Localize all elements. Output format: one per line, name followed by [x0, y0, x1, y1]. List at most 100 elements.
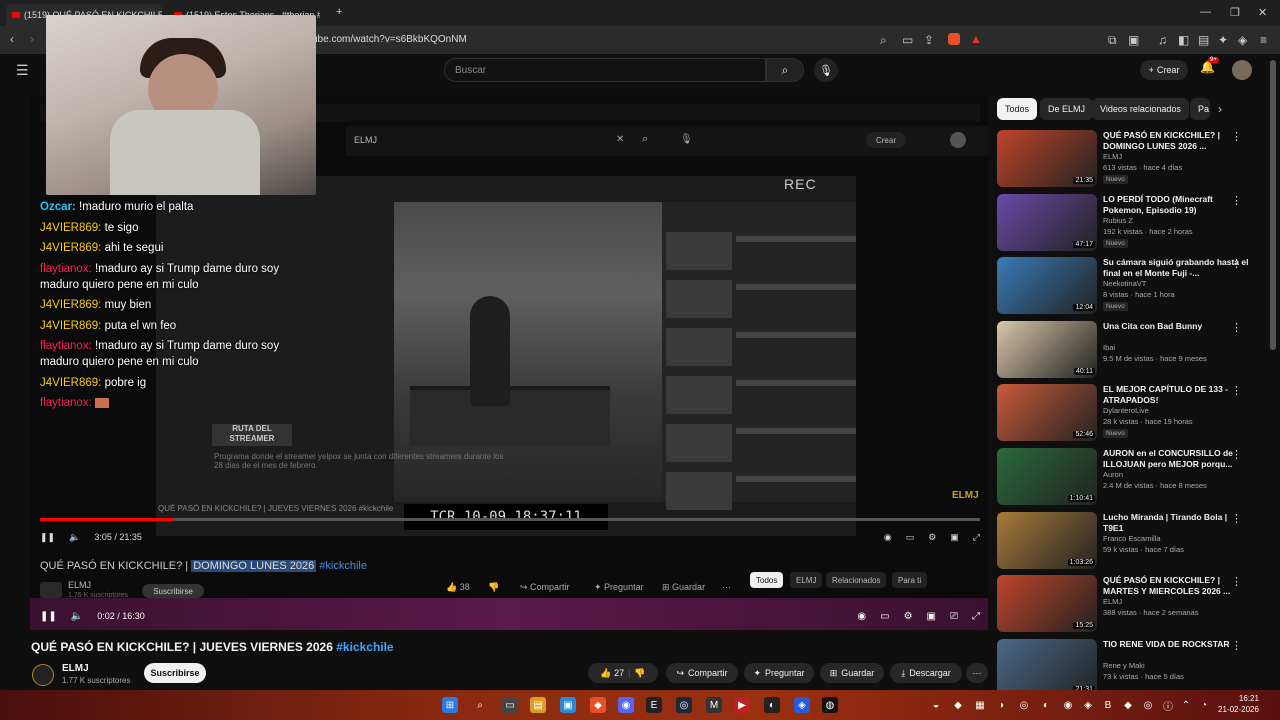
brave-shield-icon[interactable]	[948, 33, 960, 45]
recommendation-channel[interactable]: Franco Escamilla	[1103, 534, 1161, 543]
tray-icon[interactable]: ⓘ	[1160, 697, 1176, 713]
more-icon[interactable]: ⋮	[1231, 257, 1242, 270]
task-view-icon[interactable]: ▭	[502, 697, 518, 713]
forward-icon[interactable]: ›	[30, 32, 34, 46]
cast-icon[interactable]: ⎚	[950, 611, 958, 622]
recommendation-item[interactable]: 15:25 QUÉ PASÓ EN KICKCHILE? | MARTES Y M…	[997, 575, 1267, 635]
recommendation-channel[interactable]: ELMJ	[1103, 597, 1122, 606]
recommendation-channel[interactable]: Ibai	[1103, 343, 1115, 352]
more-icon[interactable]: ⋮	[1231, 194, 1242, 207]
pause-icon[interactable]: ❚❚	[40, 532, 55, 543]
file-explorer-icon[interactable]: ▤	[530, 697, 546, 713]
url-field[interactable]: ube.com/watch?v=s6BkbKQOnNM	[312, 34, 467, 45]
chip-partial[interactable]: Pa	[1190, 98, 1210, 120]
recommendation-channel[interactable]: ELMJ	[1103, 152, 1122, 161]
progress-bar[interactable]	[40, 518, 980, 521]
tray-icon[interactable]: ◆	[1120, 697, 1136, 713]
miniplayer-icon[interactable]: ▣	[927, 611, 936, 622]
recommendation-item[interactable]: 21:35 QUÉ PASÓ EN KICKCHILE? | DOMINGO LU…	[997, 130, 1267, 190]
screen-icon[interactable]: ▭	[902, 33, 913, 47]
chip-de-elmj[interactable]: De ELMJ	[1040, 98, 1094, 120]
search-button[interactable]: ⌕	[766, 58, 804, 82]
app-icon[interactable]: M	[706, 697, 722, 713]
tray-icon[interactable]: B	[1100, 697, 1116, 713]
save-button[interactable]: ⊞ Guardar	[820, 663, 884, 683]
back-icon[interactable]: ‹	[10, 32, 14, 46]
more-icon[interactable]: ⋮	[1231, 448, 1242, 461]
chevron-up-icon[interactable]: ⌃	[1178, 697, 1194, 713]
recommendation-channel[interactable]: NeekotinaVT	[1103, 279, 1146, 288]
subtitles-icon[interactable]: ▭	[880, 611, 889, 622]
page-scrollbar[interactable]	[1270, 60, 1276, 350]
recommendation-item[interactable]: 1:03:26 Lucho Miranda | Tirando Bola | T9…	[997, 512, 1267, 572]
app-icon[interactable]: ◈	[794, 697, 810, 713]
channel-name[interactable]: ELMJ	[62, 663, 89, 674]
obs-icon[interactable]: ◍	[822, 697, 838, 713]
download-button[interactable]: ⤓ Descargar	[890, 663, 962, 683]
search-icon[interactable]: ⌕	[472, 697, 488, 713]
tray-icon[interactable]: ◐	[1038, 697, 1054, 713]
wifi-icon[interactable]: ◔	[1196, 697, 1212, 713]
recommendation-item[interactable]: 12:04 Su cámara siguió grabando hasta el …	[997, 257, 1267, 317]
discord-icon[interactable]: ◉	[618, 697, 634, 713]
recommendation-title[interactable]: Su cámara siguió grabando hasta el final…	[1103, 257, 1249, 279]
autoplay-toggle[interactable]: ◉	[857, 611, 866, 622]
rewards-icon[interactable]: ▲	[970, 32, 982, 46]
autoplay-toggle[interactable]: ◉	[884, 532, 892, 543]
start-icon[interactable]: ⊞	[442, 697, 458, 713]
recommendation-title[interactable]: QUÉ PASÓ EN KICKCHILE? | DOMINGO LUNES 2…	[1103, 130, 1249, 152]
settings-icon[interactable]: ⚙	[928, 532, 936, 543]
recommendation-title[interactable]: AURON en el CONCURSILLO de ILLOJUAN pero…	[1103, 448, 1249, 470]
app-icon[interactable]: ▶	[734, 697, 750, 713]
minimize-icon[interactable]: —	[1200, 6, 1211, 18]
app-icon[interactable]: ◐	[764, 697, 780, 713]
dislike-button[interactable]: 👎	[634, 668, 645, 679]
tray-icon[interactable]: ▦	[972, 697, 988, 713]
hamburger-menu-icon[interactable]: ☰	[16, 62, 29, 79]
recommendation-item[interactable]: 1:10:41 AURON en el CONCURSILLO de ILLOJU…	[997, 448, 1267, 508]
more-icon[interactable]: ⋮	[1231, 130, 1242, 143]
like-button[interactable]: 👍 27	[600, 668, 624, 679]
more-actions-button[interactable]: ⋯	[966, 663, 988, 683]
brave-icon[interactable]: ◆	[590, 697, 606, 713]
fullscreen-icon[interactable]: ⤢	[972, 611, 980, 622]
channel-avatar[interactable]	[32, 664, 54, 686]
more-icon[interactable]: ⋮	[1231, 512, 1242, 525]
share-icon[interactable]: ⇪	[924, 33, 934, 47]
recommendation-channel[interactable]: DylanteroLive	[1103, 406, 1149, 415]
extensions-icon[interactable]: ⧉	[1108, 33, 1117, 48]
close-window-icon[interactable]: ✕	[1258, 6, 1267, 19]
menu-icon[interactable]: ≡	[1260, 33, 1267, 47]
recommendation-title[interactable]: LO PERDÍ TODO (Minecraft Pokemon, Episod…	[1103, 194, 1249, 216]
avatar[interactable]	[1232, 60, 1252, 80]
tray-icon[interactable]: ◗	[994, 697, 1010, 713]
recommendation-title[interactable]: Lucho Miranda | Tirando Bola | T9E1	[1103, 512, 1249, 534]
tray-icon[interactable]: ◎	[1016, 697, 1032, 713]
chevron-right-icon[interactable]: ›	[1218, 102, 1222, 116]
volume-icon[interactable]: 🔈	[71, 611, 83, 622]
recommendation-item[interactable]: 40:11 Una Cita con Bad Bunny Ibai 9.5 M de …	[997, 321, 1267, 381]
tray-icon[interactable]: ◈	[1080, 697, 1096, 713]
media-icon[interactable]: ♫	[1158, 33, 1167, 47]
tray-icon[interactable]: ◒	[928, 697, 944, 713]
volume-icon[interactable]: 🔈	[69, 532, 80, 543]
search-input[interactable]: Buscar	[444, 58, 766, 82]
system-clock[interactable]: 16:21 21-02-2026	[1218, 693, 1259, 715]
vpn-icon[interactable]: ◈	[1238, 33, 1247, 47]
recommendation-channel[interactable]: Auron	[1103, 470, 1123, 479]
more-icon[interactable]: ⋮	[1231, 321, 1242, 334]
settings-icon[interactable]: ⚙	[904, 611, 913, 622]
recommendation-item[interactable]: 47:17 LO PERDÍ TODO (Minecraft Pokemon, E…	[997, 194, 1267, 254]
pause-icon[interactable]: ❚❚	[40, 611, 57, 622]
more-icon[interactable]: ⋮	[1231, 384, 1242, 397]
new-tab-button[interactable]: +	[336, 6, 342, 18]
title-hashtag[interactable]: #kickchile	[336, 640, 393, 654]
create-button[interactable]: + Crear	[1140, 60, 1188, 80]
subscribe-button[interactable]: Suscribirse	[144, 663, 206, 683]
share-button[interactable]: ↪ Compartir	[666, 663, 738, 683]
steam-icon[interactable]: ◎	[676, 697, 692, 713]
restore-icon[interactable]: ❐	[1230, 6, 1240, 19]
voice-search-button[interactable]: 🎙	[814, 58, 838, 82]
ask-button[interactable]: ✦ Preguntar	[744, 663, 814, 683]
tray-icon[interactable]: ◉	[1060, 697, 1076, 713]
